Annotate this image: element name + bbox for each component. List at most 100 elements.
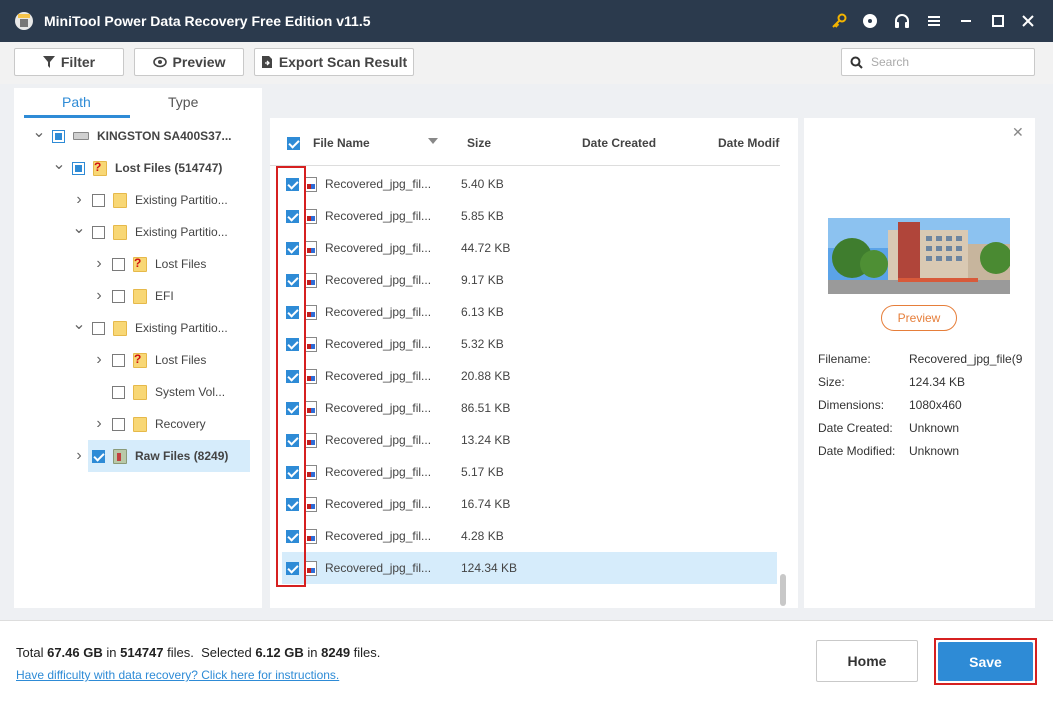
chevron-right-icon[interactable]: › — [72, 191, 86, 209]
app-logo-icon — [15, 12, 33, 30]
file-list-header: File Name Size Date Created Date Modif — [270, 118, 780, 166]
file-row[interactable]: Recovered_jpg_fil... 124.34 KB — [282, 552, 777, 584]
headset-icon[interactable] — [892, 11, 912, 31]
file-row[interactable]: Recovered_jpg_fil... 4.28 KB — [282, 520, 777, 552]
tree-checkbox[interactable] — [72, 161, 85, 175]
tree-item-label: Lost Files (514747) — [115, 161, 223, 175]
file-size: 44.72 KB — [461, 241, 511, 255]
key-icon[interactable] — [829, 11, 849, 31]
chevron-right-icon[interactable]: › — [92, 255, 106, 273]
image-file-icon — [305, 368, 317, 384]
header-size[interactable]: Size — [467, 136, 491, 150]
tree-item[interactable]: › Lost Files — [14, 248, 262, 280]
file-row[interactable]: Recovered_jpg_fil... 6.13 KB — [282, 296, 777, 328]
file-name: Recovered_jpg_fil... — [325, 273, 432, 287]
file-name: Recovered_jpg_fil... — [325, 529, 432, 543]
file-row[interactable]: Recovered_jpg_fil... 16.74 KB — [282, 488, 777, 520]
home-button[interactable]: Home — [816, 640, 918, 682]
tree-checkbox[interactable] — [112, 417, 125, 431]
tree-item[interactable]: ⌄ Existing Partitio... — [14, 312, 262, 344]
folder-icon — [133, 416, 147, 432]
tree-checkbox[interactable] — [92, 193, 105, 207]
file-row[interactable]: Recovered_jpg_fil... 44.72 KB — [282, 232, 777, 264]
file-row[interactable]: Recovered_jpg_fil... 9.17 KB — [282, 264, 777, 296]
tree-item[interactable]: › Raw Files (8249) — [76, 440, 250, 472]
header-date-created[interactable]: Date Created — [582, 136, 656, 150]
raw-folder-icon — [113, 448, 127, 464]
tree-item[interactable]: › Existing Partitio... — [14, 184, 262, 216]
checkbox-highlight-box — [276, 166, 306, 587]
file-list-panel: File Name Size Date Created Date Modif R… — [270, 118, 798, 608]
image-file-icon — [305, 336, 317, 352]
tab-type[interactable]: Type — [168, 94, 198, 110]
file-list-scrollbar[interactable] — [780, 574, 786, 606]
menu-icon[interactable] — [924, 11, 944, 31]
search-box[interactable] — [841, 48, 1035, 76]
chevron-down-icon[interactable]: ⌄ — [72, 218, 86, 238]
close-icon[interactable] — [1018, 11, 1038, 31]
chevron-down-icon[interactable]: ⌄ — [72, 314, 86, 334]
tree-checkbox[interactable] — [112, 353, 125, 367]
search-input[interactable] — [871, 55, 1021, 69]
tree-item[interactable]: ⌄ Existing Partitio... — [14, 216, 262, 248]
in-word-1: in — [106, 645, 117, 660]
file-row[interactable]: Recovered_jpg_fil... 20.88 KB — [282, 360, 777, 392]
header-date-modified[interactable]: Date Modif — [718, 136, 780, 150]
file-row[interactable]: Recovered_jpg_fil... 5.32 KB — [282, 328, 777, 360]
lost-folder-icon — [133, 256, 147, 272]
chevron-right-icon[interactable]: › — [72, 447, 86, 465]
tree-item[interactable]: ›System Vol... — [14, 376, 262, 408]
window-title: MiniTool Power Data Recovery Free Editio… — [44, 13, 371, 29]
image-file-icon — [305, 432, 317, 448]
filter-button[interactable]: Filter — [14, 48, 124, 76]
sort-down-icon[interactable] — [428, 138, 438, 144]
chevron-down-icon[interactable]: ⌄ — [32, 122, 46, 142]
tree-item[interactable]: › Recovery — [14, 408, 262, 440]
file-size: 4.28 KB — [461, 529, 504, 543]
preview-toolbar-button[interactable]: Preview — [134, 48, 244, 76]
tree-item[interactable]: › EFI — [14, 280, 262, 312]
file-size: 86.51 KB — [461, 401, 511, 415]
files-word-1: files. — [167, 645, 194, 660]
active-tab-indicator — [24, 115, 130, 118]
tree-checkbox[interactable] — [92, 225, 105, 239]
image-file-icon — [305, 400, 317, 416]
chevron-down-icon[interactable]: ⌄ — [52, 154, 66, 174]
tree-checkbox[interactable] — [92, 321, 105, 335]
header-file-name[interactable]: File Name — [313, 136, 370, 150]
file-row[interactable]: Recovered_jpg_fil... 5.40 KB — [282, 168, 777, 200]
tree-item-label: Recovery — [155, 417, 206, 431]
preview-button[interactable]: Preview — [881, 305, 957, 331]
chevron-right-icon[interactable]: › — [92, 415, 106, 433]
tab-path[interactable]: Path — [62, 94, 91, 110]
tree-checkbox[interactable] — [112, 289, 125, 303]
file-size: 6.13 KB — [461, 305, 504, 319]
folder-icon — [113, 320, 127, 336]
tree-item[interactable]: ⌄ Lost Files (514747) — [14, 152, 262, 184]
filter-label: Filter — [60, 54, 96, 70]
total-files: 514747 — [120, 645, 164, 660]
tree-checkbox[interactable] — [92, 449, 105, 463]
file-size: 16.74 KB — [461, 497, 511, 511]
tree-checkbox[interactable] — [52, 129, 65, 143]
image-file-icon — [305, 528, 317, 544]
file-size: 5.32 KB — [461, 337, 504, 351]
export-scan-result-button[interactable]: Export Scan Result — [254, 48, 414, 76]
file-row[interactable]: Recovered_jpg_fil... 13.24 KB — [282, 424, 777, 456]
help-link[interactable]: Have difficulty with data recovery? Clic… — [16, 668, 339, 682]
minimize-icon[interactable] — [956, 11, 976, 31]
maximize-icon[interactable] — [988, 11, 1008, 31]
select-all-checkbox[interactable] — [287, 137, 300, 150]
file-row[interactable]: Recovered_jpg_fil... 5.85 KB — [282, 200, 777, 232]
save-button[interactable]: Save — [938, 642, 1033, 681]
tree-checkbox[interactable] — [112, 385, 125, 399]
chevron-right-icon[interactable]: › — [92, 287, 106, 305]
file-row[interactable]: Recovered_jpg_fil... 5.17 KB — [282, 456, 777, 488]
preview-close-icon[interactable]: ✕ — [1012, 124, 1024, 141]
tree-item[interactable]: › Lost Files — [14, 344, 262, 376]
file-row[interactable]: Recovered_jpg_fil... 86.51 KB — [282, 392, 777, 424]
tree-checkbox[interactable] — [112, 257, 125, 271]
tree-item[interactable]: ⌄ KINGSTON SA400S37... — [14, 120, 262, 152]
disc-icon[interactable] — [860, 11, 880, 31]
chevron-right-icon[interactable]: › — [92, 351, 106, 369]
